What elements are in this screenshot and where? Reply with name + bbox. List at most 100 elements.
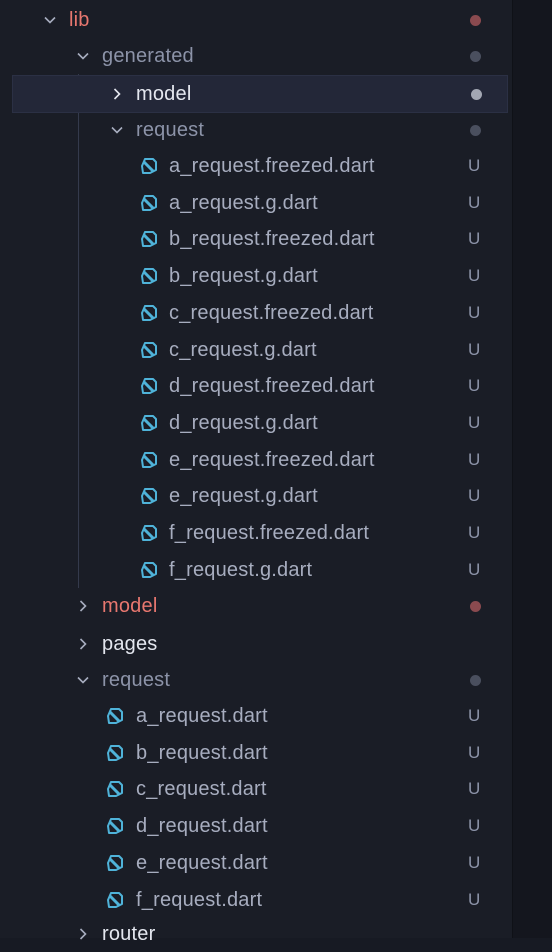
dart-file-icon [140,304,158,322]
folder-label: lib [69,9,90,31]
file-label: a_request.freezed.dart [169,155,375,177]
file-label: f_request.dart [136,888,263,911]
tree-file[interactable]: f_request.g.dart U [0,552,512,588]
status-dot [470,125,481,136]
git-status-untracked: U [468,523,481,542]
folder-label: pages [102,633,158,655]
chevron-down-icon [107,112,127,148]
tree-folder-pages[interactable]: pages [0,626,512,662]
tree-folder-generated-model[interactable]: model [12,75,508,113]
file-label: d_request.g.dart [169,411,318,434]
git-status-untracked: U [468,339,481,359]
git-status-untracked: U [468,486,481,506]
git-status-untracked: U [468,889,481,909]
tree-file[interactable]: c_request.dart U [0,771,512,807]
chevron-down-icon [73,662,93,698]
tree-folder-lib[interactable]: lib [0,2,512,38]
git-status-untracked: U [468,192,481,212]
dart-file-icon [140,377,158,395]
dart-file-icon [140,157,158,175]
chevron-right-icon [73,588,93,624]
tree-file[interactable]: b_request.g.dart U [0,258,512,294]
dart-file-icon [140,414,158,432]
git-status-untracked: U [468,376,481,396]
dart-file-icon [106,707,124,725]
folder-label: request [136,119,205,141]
dart-file-icon [140,524,158,542]
file-label: e_request.freezed.dart [169,448,375,471]
folder-label: model [102,595,158,617]
tree-file[interactable]: e_request.freezed.dart U [0,442,512,478]
tree-file[interactable]: f_request.dart U [0,882,512,918]
dart-file-icon [140,451,158,469]
tree-folder-request[interactable]: request [0,662,512,698]
tree-file[interactable]: c_request.freezed.dart U [0,295,512,331]
tree-file[interactable]: a_request.dart U [0,698,512,734]
file-label: d_request.dart [136,815,268,838]
dart-file-icon [140,561,158,579]
modified-dot [470,15,481,26]
git-status-untracked: U [468,816,481,836]
file-label: b_request.freezed.dart [169,228,375,251]
chevron-right-icon [73,626,93,662]
chevron-down-icon [73,38,93,74]
tree-file[interactable]: b_request.freezed.dart U [0,221,512,257]
file-label: b_request.g.dart [169,265,318,288]
file-label: f_request.g.dart [169,558,313,581]
dart-file-icon [106,854,124,872]
status-dot [470,51,481,62]
git-status-untracked: U [468,706,481,725]
git-status-untracked: U [468,156,481,175]
tree-folder-generated[interactable]: generated [0,38,512,74]
folder-label: request [102,669,171,691]
status-dot [471,89,482,100]
editor-edge [512,0,552,938]
tree-file[interactable]: d_request.freezed.dart U [0,368,512,404]
tree-folder-model[interactable]: model [0,588,512,624]
dart-file-icon [140,267,158,285]
file-explorer: lib generated model request a_request.fr… [0,0,512,945]
tree-file[interactable]: e_request.dart U [0,845,512,881]
dart-file-icon [140,194,158,212]
git-status-untracked: U [468,449,481,469]
tree-file[interactable]: a_request.freezed.dart U [0,148,512,184]
git-status-untracked: U [468,779,481,799]
file-label: c_request.dart [136,778,267,801]
file-label: d_request.freezed.dart [169,375,375,398]
file-label: a_request.dart [136,705,268,727]
git-status-untracked: U [468,742,481,762]
dart-file-icon [106,891,124,909]
git-status-untracked: U [468,229,481,249]
chevron-down-icon [40,2,60,38]
modified-dot [470,601,481,612]
dart-file-icon [106,744,124,762]
folder-label: generated [102,45,194,67]
tree-file[interactable]: d_request.g.dart U [0,405,512,441]
file-label: e_request.dart [136,851,268,874]
tree-file[interactable]: b_request.dart U [0,735,512,771]
file-label: b_request.dart [136,741,268,764]
chevron-right-icon [107,76,127,112]
folder-label: router [102,923,156,945]
tree-file[interactable]: f_request.freezed.dart U [0,515,512,551]
tree-file[interactable]: a_request.g.dart U [0,185,512,221]
dart-file-icon [106,817,124,835]
file-label: e_request.g.dart [169,485,318,508]
tree-file[interactable]: d_request.dart U [0,808,512,844]
git-status-untracked: U [468,412,481,432]
file-label: c_request.g.dart [169,338,317,361]
tree-file[interactable]: e_request.g.dart U [0,478,512,514]
git-status-untracked: U [468,559,481,579]
file-label: f_request.freezed.dart [169,522,370,544]
git-status-untracked: U [468,302,481,322]
tree-folder-generated-request[interactable]: request [0,112,512,148]
tree-file[interactable]: c_request.g.dart U [0,332,512,368]
folder-label: model [136,83,192,105]
status-dot [470,675,481,686]
dart-file-icon [140,230,158,248]
dart-file-icon [106,780,124,798]
tree-folder-router[interactable]: router [0,916,512,952]
file-label: a_request.g.dart [169,191,318,214]
dart-file-icon [140,487,158,505]
dart-file-icon [140,341,158,359]
